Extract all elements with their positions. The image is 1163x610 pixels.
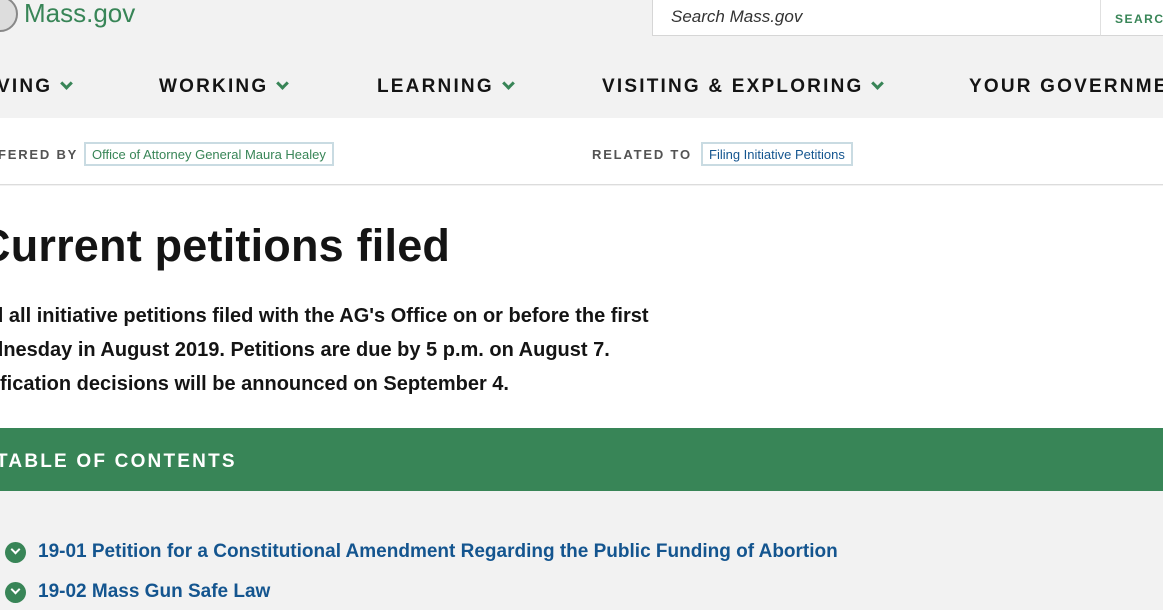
search-field[interactable]: [652, 0, 1102, 36]
nav-item-learning[interactable]: LEARNING: [377, 76, 515, 98]
related-to-link[interactable]: Filing Initiative Petitions: [701, 142, 853, 166]
page-title: Current petitions filed: [0, 220, 451, 271]
lede-line: ednesday in August 2019. Petitions are d…: [0, 339, 610, 361]
nav-item-your-government[interactable]: YOUR GOVERNME: [969, 76, 1163, 98]
toc-link[interactable]: 19-01 Petition for a Constitutional Amen…: [38, 541, 838, 563]
page-meta-bar: FERED BY Office of Attorney General Maur…: [0, 118, 1163, 185]
chevron-down-icon: [501, 77, 515, 90]
lede-line: rtification decisions will be announced …: [0, 373, 509, 395]
table-of-contents-header: TABLE OF CONTENTS: [0, 428, 1163, 491]
page-lede: ad all initiative petitions filed with t…: [0, 299, 740, 401]
state-seal-logo[interactable]: [0, 0, 18, 32]
chevron-circle-down-icon: [5, 541, 26, 563]
toc-list-item[interactable]: 19-01 Petition for a Constitutional Amen…: [5, 541, 838, 563]
nav-item-label: WORKING: [159, 76, 269, 97]
chevron-circle-down-icon: [5, 581, 26, 603]
main-navigation: VING WORKING LEARNING VISITING & EXPLORI…: [0, 76, 1163, 100]
nav-item-label: LEARNING: [377, 76, 494, 97]
toc-list-item[interactable]: 19-02 Mass Gun Safe Law: [5, 581, 270, 603]
chevron-down-icon: [871, 77, 885, 90]
page-content: Current petitions filed ad all initiativ…: [0, 186, 1163, 428]
offered-by-label: FERED BY: [0, 147, 79, 162]
site-header: Mass.gov SEARCH VING WORKING LEARNING VI…: [0, 0, 1163, 118]
lede-line: ad all initiative petitions filed with t…: [0, 305, 649, 327]
search-input[interactable]: [653, 0, 1101, 35]
offered-by-link[interactable]: Office of Attorney General Maura Healey: [84, 142, 334, 166]
site-logo-text[interactable]: Mass.gov: [24, 0, 135, 29]
nav-item-label: VISITING & EXPLORING: [602, 76, 864, 97]
chevron-down-icon: [276, 77, 290, 90]
toc-title: TABLE OF CONTENTS: [0, 451, 237, 472]
toc-link[interactable]: 19-02 Mass Gun Safe Law: [38, 581, 270, 603]
table-of-contents-list: 19-01 Petition for a Constitutional Amen…: [0, 491, 1163, 610]
nav-item-label: VING: [0, 76, 53, 97]
nav-item-label: YOUR GOVERNME: [969, 76, 1163, 97]
nav-item-visiting-exploring[interactable]: VISITING & EXPLORING: [602, 76, 885, 98]
nav-item-living[interactable]: VING: [0, 76, 74, 98]
chevron-down-icon: [60, 77, 74, 90]
search-button[interactable]: SEARCH: [1100, 0, 1163, 36]
related-to-label: RELATED TO: [592, 147, 692, 162]
nav-item-working[interactable]: WORKING: [159, 76, 290, 98]
